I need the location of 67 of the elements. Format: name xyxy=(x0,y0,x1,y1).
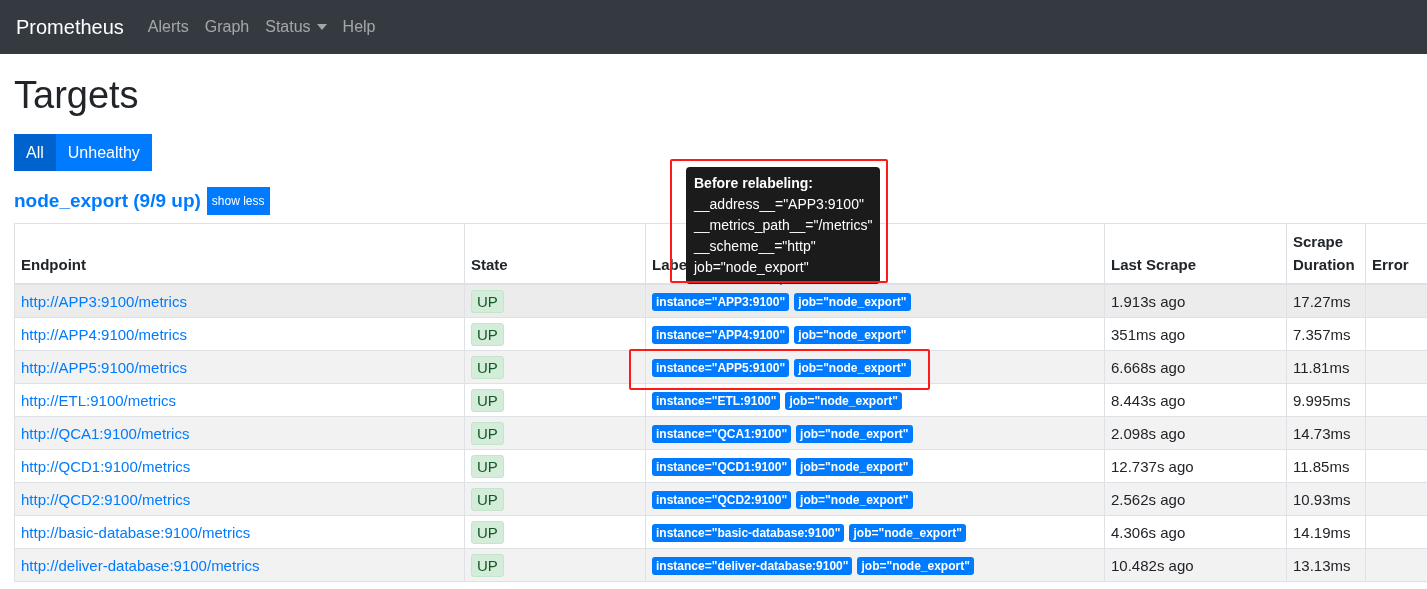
page-title: Targets xyxy=(14,73,140,118)
nav-link[interactable]: Help xyxy=(342,18,376,36)
table-cell: 10.93ms xyxy=(1286,482,1366,516)
table-cell: 10.482s ago xyxy=(1104,548,1287,582)
table-cell: 17.27ms xyxy=(1286,284,1366,318)
state-badge: UP xyxy=(471,322,504,346)
state-badge: UP xyxy=(471,388,504,412)
label-tag: job="node_export" xyxy=(785,391,902,410)
endpoint-link[interactable]: http://ETL:9100/metrics xyxy=(21,391,177,409)
label-tag: job="node_export" xyxy=(794,358,911,377)
state-badge: UP xyxy=(471,421,504,445)
table-cell: 6.668s ago xyxy=(1104,350,1287,384)
label-tag: job="node_export" xyxy=(849,523,966,542)
endpoint-link[interactable]: http://APP4:9100/metrics xyxy=(21,325,187,343)
label-tag: instance="APP3:9100" xyxy=(652,292,790,311)
label-tag: job="node_export" xyxy=(796,457,913,476)
label-tag: job="node_export" xyxy=(794,325,911,344)
state-badge: UP xyxy=(471,487,504,511)
endpoint-link[interactable]: http://APP3:9100/metrics xyxy=(21,292,187,310)
tooltip-line: job="node_export" xyxy=(694,258,810,277)
state-badge: UP xyxy=(471,553,504,577)
label-tag: job="node_export" xyxy=(796,424,913,443)
table-cell: 9.995ms xyxy=(1286,383,1366,417)
table-cell: 12.737s ago xyxy=(1104,449,1287,483)
state-badge: UP xyxy=(471,355,504,379)
endpoint-link[interactable]: http://APP5:9100/metrics xyxy=(21,358,187,376)
table-cell: 351ms ago xyxy=(1104,317,1287,351)
tooltip-line: __scheme__="http" xyxy=(694,237,817,256)
label-tag: instance="deliver-database:9100" xyxy=(652,556,853,575)
state-badge: UP xyxy=(471,454,504,478)
nav-link[interactable]: Status xyxy=(265,18,327,36)
table-cell: 14.19ms xyxy=(1286,515,1366,549)
brand-link[interactable]: Prometheus xyxy=(16,15,124,39)
filter-button[interactable]: Unhealthy xyxy=(55,134,152,171)
label-tag: instance="APP5:9100" xyxy=(652,358,790,377)
tooltip-heading: Before relabeling: xyxy=(694,174,815,193)
table-cell: 7.357ms xyxy=(1286,317,1366,351)
table-cell: 1.913s ago xyxy=(1104,284,1287,318)
tooltip-line: __address__="APP3:9100" xyxy=(694,195,865,214)
table-cell: 13.13ms xyxy=(1286,548,1366,582)
group-heading[interactable]: node_export (9/9 up) xyxy=(14,190,201,212)
nav-link[interactable]: Alerts xyxy=(147,18,189,36)
label-tag: instance="QCA1:9100" xyxy=(652,424,792,443)
endpoint-link[interactable]: http://QCA1:9100/metrics xyxy=(21,424,190,442)
endpoint-link[interactable]: http://QCD2:9100/metrics xyxy=(21,490,191,508)
label-tag: instance="QCD2:9100" xyxy=(652,490,792,509)
nav-link[interactable]: Graph xyxy=(204,18,250,36)
label-tag: job="node_export" xyxy=(794,292,911,311)
label-tag: job="node_export" xyxy=(857,556,974,575)
label-tag: instance="APP4:9100" xyxy=(652,325,790,344)
table-cell: 2.098s ago xyxy=(1104,416,1287,450)
table-cell: 8.443s ago xyxy=(1104,383,1287,417)
label-tag: instance="ETL:9100" xyxy=(652,391,781,410)
caret-icon xyxy=(316,24,327,30)
table-cell: 2.562s ago xyxy=(1104,482,1287,516)
table-cell: 14.73ms xyxy=(1286,416,1366,450)
state-badge: UP xyxy=(471,520,504,544)
endpoint-link[interactable]: http://QCD1:9100/metrics xyxy=(21,457,191,475)
label-tag: job="node_export" xyxy=(796,490,913,509)
table-cell: 11.81ms xyxy=(1286,350,1366,384)
label-tag: instance="basic-database:9100" xyxy=(652,523,845,542)
label-tag: instance="QCD1:9100" xyxy=(652,457,792,476)
state-badge: UP xyxy=(471,289,504,313)
table-cell: 4.306s ago xyxy=(1104,515,1287,549)
table-cell: 11.85ms xyxy=(1286,449,1366,483)
show-less-button[interactable]: show less xyxy=(206,187,270,215)
filter-button[interactable]: All xyxy=(14,134,56,171)
